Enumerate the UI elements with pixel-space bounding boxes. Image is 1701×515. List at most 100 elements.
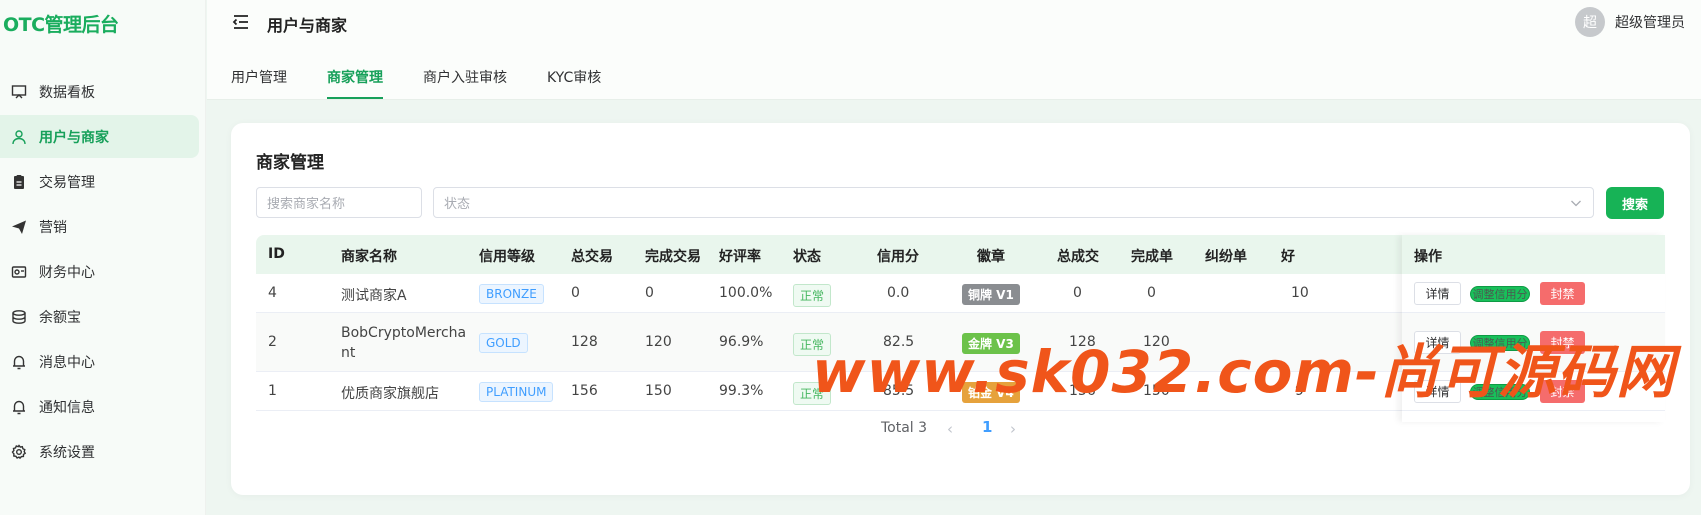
detail-button[interactable]: 详情 <box>1414 380 1461 403</box>
ban-button[interactable]: 封禁 <box>1540 380 1585 403</box>
bell-icon <box>10 353 28 371</box>
cell-merchant-name: 优质商家旗舰店 <box>341 386 439 402</box>
card-title: 商家管理 <box>256 153 324 173</box>
cell-merchant-name: 测试商家A <box>341 288 407 304</box>
cell-credit-score: 0.0 <box>887 285 910 301</box>
user-name[interactable]: 超级管理员 <box>1615 12 1685 32</box>
cell-badge: 铜牌 V1 <box>962 284 1020 305</box>
credit-level-tag: PLATINUM <box>479 382 554 402</box>
detail-button[interactable]: 详情 <box>1414 282 1461 305</box>
column-header-good: 好 <box>1281 249 1295 265</box>
menu-collapse-icon[interactable] <box>232 13 250 31</box>
chevron-down-icon <box>1570 197 1582 209</box>
column-header-credit-level: 信用等级 <box>479 249 535 265</box>
search-button[interactable]: 搜索 <box>1606 187 1664 219</box>
column-header-actions: 操作 <box>1414 249 1442 265</box>
cell-total-trades: 128 <box>571 334 598 350</box>
sidebar-item-label: 营销 <box>39 219 67 236</box>
cell-positive-rate: 96.9% <box>719 334 764 350</box>
cell-completed-trades: 120 <box>645 334 672 350</box>
sidebar-item-notifications[interactable]: 通知信息 <box>0 385 199 428</box>
status-badge: 正常 <box>793 382 832 405</box>
user-menu[interactable]: 超 超级管理员 <box>1575 7 1685 37</box>
cell-total-deals: 128 <box>1069 334 1096 350</box>
sidebar: OTC管理后台 数据看板 用户与商家 交易管理 营销 财务中心 余额宝 消息中心 <box>0 0 206 515</box>
chevron-right-icon[interactable]: › <box>1010 420 1024 438</box>
cell-total-deals: 156 <box>1069 383 1096 399</box>
column-header-id: ID <box>268 246 285 262</box>
cell-completed-orders: 120 <box>1143 334 1170 350</box>
cell-positive-rate: 100.0% <box>719 285 773 301</box>
sidebar-item-trades[interactable]: 交易管理 <box>0 160 199 203</box>
column-header-status: 状态 <box>793 249 821 265</box>
coins-icon <box>10 308 28 326</box>
status-badge: 正常 <box>793 333 832 356</box>
sidebar-item-label: 数据看板 <box>39 84 95 101</box>
actions-cell: 详情 调整信用分 封禁 <box>1402 274 1665 313</box>
sidebar-item-dashboard[interactable]: 数据看板 <box>0 70 199 113</box>
sidebar-item-label: 消息中心 <box>39 354 95 371</box>
cell-status: 正常 <box>793 284 832 307</box>
avatar[interactable]: 超 <box>1575 7 1605 37</box>
user-icon <box>10 128 28 146</box>
sidebar-item-messages[interactable]: 消息中心 <box>0 340 199 383</box>
gear-icon <box>10 443 28 461</box>
cell-credit-level: BRONZE <box>479 284 544 304</box>
column-header-completed-orders: 完成单 <box>1131 249 1173 265</box>
adjust-credit-button[interactable]: 调整信用分 <box>1470 286 1530 302</box>
page-number[interactable]: 1 <box>982 418 992 436</box>
tab-merchant-onboarding-review[interactable]: 商户入驻审核 <box>423 67 507 97</box>
merchant-management-card: 商家管理 搜索商家名称 状态 搜索 ID 商家名称 信用等级 总交易 完成交易 … <box>231 123 1690 495</box>
credit-level-tag: BRONZE <box>479 284 544 304</box>
sidebar-item-label: 交易管理 <box>39 174 95 191</box>
cell-completed-trades: 150 <box>645 383 672 399</box>
ban-button[interactable]: 封禁 <box>1540 282 1585 305</box>
cell-total-deals: 0 <box>1073 285 1082 301</box>
column-header-badge: 徽章 <box>977 249 1005 265</box>
sidebar-item-marketing[interactable]: 营销 <box>0 205 199 248</box>
actions-cell: 详情 调整信用分 封禁 <box>1402 313 1665 372</box>
actions-cell: 详情 调整信用分 封禁 <box>1402 372 1665 411</box>
tab-user-management[interactable]: 用户管理 <box>231 67 287 97</box>
cell-good: 9 <box>1295 383 1304 399</box>
sidebar-item-yuebao[interactable]: 余额宝 <box>0 295 199 338</box>
chevron-left-icon[interactable]: ‹ <box>947 420 961 438</box>
adjust-credit-button[interactable]: 调整信用分 <box>1470 335 1530 351</box>
sidebar-item-finance[interactable]: 财务中心 <box>0 250 199 293</box>
cell-credit-score: 82.5 <box>883 334 915 350</box>
column-header-dispute-orders: 纠纷单 <box>1205 249 1247 265</box>
pagination-total: Total 3 <box>881 420 928 436</box>
column-header-total-trades: 总交易 <box>571 249 613 265</box>
tab-merchant-management[interactable]: 商家管理 <box>327 67 383 99</box>
detail-button[interactable]: 详情 <box>1414 331 1461 354</box>
cell-merchant-name: BobCryptoMerchant <box>341 325 467 361</box>
cell-total-trades: 0 <box>571 285 580 301</box>
cell-credit-level: GOLD <box>479 333 528 353</box>
cell-completed-orders: 0 <box>1147 285 1156 301</box>
credit-level-tag: GOLD <box>479 333 528 353</box>
tab-kyc-review[interactable]: KYC审核 <box>547 67 601 97</box>
sidebar-item-users-merchants[interactable]: 用户与商家 <box>0 115 199 158</box>
pagination: Total 3 ‹ 1 › <box>231 415 1690 445</box>
sidebar-item-settings[interactable]: 系统设置 <box>0 430 199 473</box>
adjust-credit-button[interactable]: 调整信用分 <box>1470 384 1530 400</box>
ban-button[interactable]: 封禁 <box>1540 331 1585 354</box>
status-select[interactable]: 状态 <box>433 187 1594 218</box>
cell-id: 4 <box>268 285 277 301</box>
cell-good: 10 <box>1291 285 1309 301</box>
send-icon <box>10 218 28 236</box>
monitor-icon <box>10 83 28 101</box>
cell-completed-trades: 0 <box>645 285 654 301</box>
actions-column-header: 操作 <box>1402 235 1665 274</box>
top-header: 用户与商家 超 超级管理员 <box>207 0 1701 46</box>
column-header-positive-rate: 好评率 <box>719 249 761 265</box>
cell-total-trades: 156 <box>571 383 598 399</box>
cell-id: 2 <box>268 334 277 350</box>
cell-completed-orders: 150 <box>1143 383 1170 399</box>
column-header-name: 商家名称 <box>341 249 397 265</box>
sidebar-item-label: 用户与商家 <box>39 129 109 146</box>
merchant-name-search-input[interactable]: 搜索商家名称 <box>256 187 422 218</box>
merchant-level-badge: 铂金 V4 <box>962 382 1020 403</box>
cell-badge: 金牌 V3 <box>962 333 1020 354</box>
cell-credit-score: 85.5 <box>883 383 915 399</box>
